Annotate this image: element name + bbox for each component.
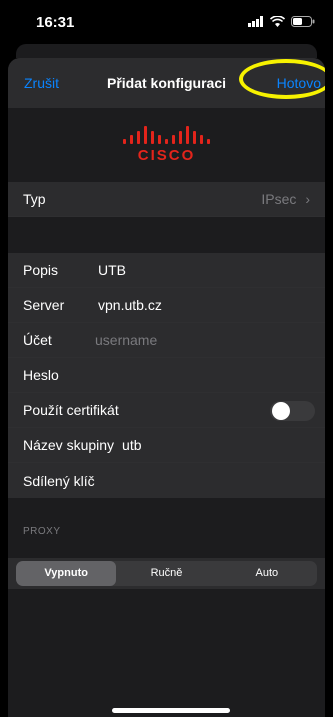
highlight-circle <box>239 59 325 99</box>
background-sheet <box>16 44 317 58</box>
password-label: Heslo <box>23 367 59 383</box>
battery-icon <box>291 16 315 27</box>
description-row[interactable]: Popis UTB <box>8 253 325 288</box>
description-label: Popis <box>23 262 59 278</box>
nav-bar: Zrušit Přidat konfiguraci Hotovo <box>8 58 325 108</box>
password-row[interactable]: Heslo <box>8 358 325 393</box>
settings-group: Popis UTB Server vpn.utb.cz Účet usernam… <box>8 253 325 498</box>
cisco-logo-bar <box>179 131 182 144</box>
proxy-segment-bar: Vypnuto Ručně Auto <box>8 558 325 589</box>
group-name-row[interactable]: Název skupiny utb <box>8 428 325 463</box>
add-configuration-sheet: Zrušit Přidat konfiguraci Hotovo cisco T… <box>8 58 325 717</box>
account-field[interactable]: username <box>83 332 157 348</box>
proxy-option-auto[interactable]: Auto <box>217 561 317 586</box>
account-row[interactable]: Účet username <box>8 323 325 358</box>
description-field[interactable]: UTB <box>98 262 126 278</box>
toggle-knob <box>272 402 290 420</box>
shared-secret-row[interactable]: Sdílený klíč <box>8 463 325 498</box>
type-row[interactable]: Typ IPsec › <box>8 182 325 217</box>
type-value-text: IPsec <box>261 191 297 207</box>
type-value: IPsec › <box>261 191 310 207</box>
cisco-logo-bar <box>144 126 147 144</box>
use-certificate-toggle[interactable] <box>270 401 315 421</box>
proxy-section-header: PROXY <box>23 526 61 537</box>
proxy-segmented-control: Vypnuto Ručně Auto <box>16 561 317 586</box>
account-label: Účet <box>23 332 52 348</box>
cisco-logo-bar <box>130 135 133 144</box>
cisco-logo-bar <box>207 139 210 144</box>
chevron-right-icon: › <box>305 191 310 207</box>
wifi-icon <box>270 16 285 27</box>
status-icons <box>248 16 315 27</box>
cisco-logo-bar <box>193 131 196 144</box>
cisco-logo-bar <box>186 126 189 144</box>
proxy-option-manual[interactable]: Ručně <box>116 561 216 586</box>
group-name-label: Název skupiny <box>23 437 115 453</box>
cisco-logo-bar <box>200 135 203 144</box>
signal-icon <box>248 16 263 27</box>
status-bar: 16:31 <box>0 0 333 44</box>
type-label: Typ <box>23 191 46 207</box>
shared-secret-label: Sdílený klíč <box>23 472 95 489</box>
status-time: 16:31 <box>36 14 75 31</box>
server-row[interactable]: Server vpn.utb.cz <box>8 288 325 323</box>
section-gap <box>8 217 325 253</box>
use-certificate-label: Použít certifikát <box>23 402 119 418</box>
proxy-option-off[interactable]: Vypnuto <box>16 561 117 586</box>
server-field[interactable]: vpn.utb.cz <box>98 297 162 313</box>
cisco-logo-bar <box>158 135 161 144</box>
cisco-logo-bar <box>172 135 175 144</box>
home-indicator <box>112 708 230 713</box>
use-certificate-row: Použít certifikát <box>8 393 325 428</box>
cisco-logo: cisco <box>8 108 325 182</box>
cisco-logo-bars <box>123 126 210 144</box>
cisco-logo-text: cisco <box>137 147 196 164</box>
cisco-logo-bar <box>137 131 140 144</box>
server-label: Server <box>23 297 65 313</box>
cisco-logo-bar <box>151 131 154 144</box>
cisco-logo-bar <box>165 139 168 144</box>
cisco-logo-bar <box>123 139 126 144</box>
group-name-field[interactable]: utb <box>122 437 141 453</box>
